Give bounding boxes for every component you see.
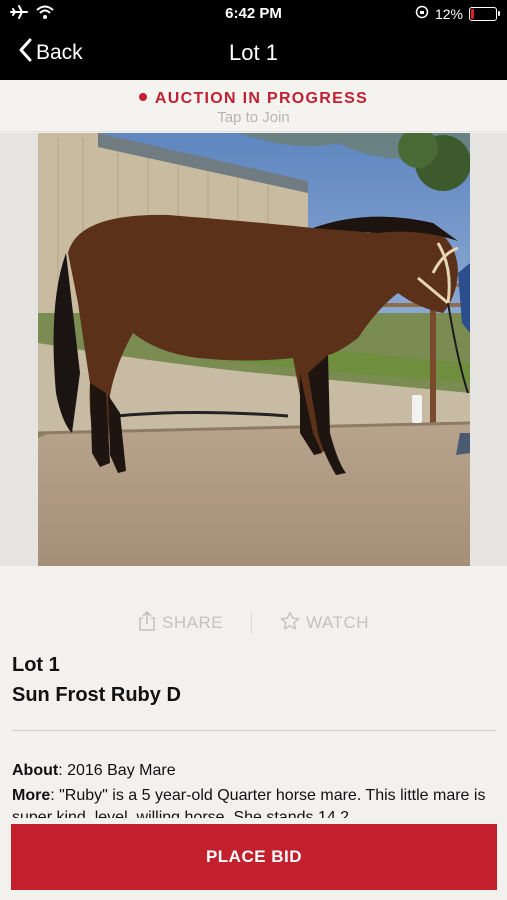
- share-button[interactable]: SHARE: [138, 610, 224, 636]
- share-label: SHARE: [161, 613, 224, 632]
- about-line: About: 2016 Bay Mare: [12, 762, 176, 779]
- auction-status: AUCTION IN PROGRESS: [0, 90, 507, 108]
- about-value: 2016 Bay Mare: [67, 762, 176, 779]
- tap-to-join-link[interactable]: Tap to Join: [0, 109, 507, 126]
- action-separator: [251, 612, 253, 634]
- about-key: About: [12, 762, 59, 779]
- bid-bar: PLACE BID: [0, 818, 507, 900]
- auction-banner[interactable]: AUCTION IN PROGRESS Tap to Join: [0, 80, 507, 132]
- action-row: SHARE WATCH: [0, 608, 507, 638]
- page-title: Lot 1: [229, 40, 278, 65]
- share-icon: [138, 610, 156, 636]
- star-icon: [280, 611, 300, 636]
- lock-rotation-icon: [415, 5, 429, 22]
- horse-photo[interactable]: [38, 133, 470, 566]
- horse-name: Sun Frost Ruby D: [12, 684, 181, 706]
- status-bar: 6:42 PM 12%: [0, 0, 507, 28]
- battery-percent: 12%: [434, 5, 463, 22]
- auction-status-label: AUCTION IN PROGRESS: [154, 90, 369, 107]
- lot-number: Lot 1: [12, 654, 60, 676]
- more-key: More: [12, 787, 51, 804]
- place-bid-button[interactable]: PLACE BID: [11, 824, 497, 890]
- live-dot-icon: [138, 92, 147, 101]
- watch-label: WATCH: [306, 613, 369, 632]
- divider: [12, 730, 496, 731]
- watch-button[interactable]: WATCH: [280, 611, 369, 636]
- battery-icon: [469, 6, 500, 21]
- navigation-bar: Back Lot 1: [0, 28, 507, 80]
- photo-area: [0, 133, 507, 566]
